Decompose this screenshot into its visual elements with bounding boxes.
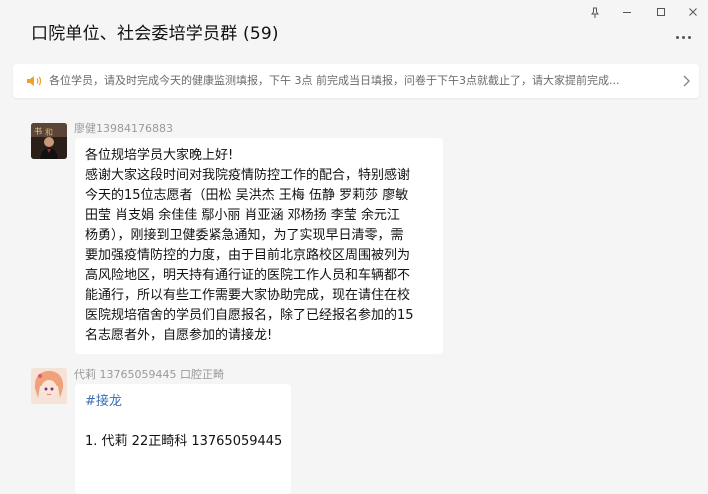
title-bar: 口院单位、社会委培学员群 (59) [0,0,708,58]
speaker-icon [27,76,42,86]
svg-text:书: 书 [34,126,42,136]
solitaire-tag[interactable]: #接龙 [85,392,281,412]
message-line: 要加强疫情防控的力度，由于目前北京路校区周围被列为 [85,248,411,263]
sender-name[interactable]: 代莉 13765059445 口腔正畸 [74,366,224,382]
message-line: 各位规培学员大家晚上好! [85,148,234,163]
avatar-photo-icon: 书 和 [31,123,67,159]
sender-name[interactable]: 廖健13984176883 [74,120,173,136]
announcement-bar[interactable]: 各位学员，请及时完成今天的健康监测填报，下午 3点 前完成当日填报，问卷于下午3… [13,64,699,98]
message-line: 田莹 肖支娟 余佳佳 鄢小丽 肖亚涵 邓杨扬 李莹 余元江 [85,208,400,223]
maximize-icon[interactable] [650,5,672,19]
message-line: 高风险地区，明天持有通行证的医院工作人员和车辆都不 [85,268,411,283]
sender-avatar[interactable] [31,368,67,404]
message-line: 感谢大家这段时间对我院疫情防控工作的配合，特别感谢 [85,168,411,183]
close-icon[interactable] [682,5,704,19]
announcement-text: 各位学员，请及时完成今天的健康监测填报，下午 3点 前完成当日填报，问卷于下午3… [49,74,620,87]
solitaire-entry: 1. 代莉 22正畸科 13765059445 [85,434,283,449]
message-bubble: #接龙 1. 代莉 22正畸科 13765059445 [75,384,291,494]
avatar-anime-icon [31,368,67,404]
message-line: 医院规培宿舍的学员们自愿报名，除了已经报名参加的15 [85,308,414,323]
minimize-icon[interactable] [616,5,638,19]
more-options-icon[interactable] [672,28,694,46]
message-line: 名志愿者外，自愿参加的请接龙! [85,328,273,343]
chat-title: 口院单位、社会委培学员群 (59) [31,24,279,44]
message-line: 今天的15位志愿者（田松 吴洪杰 王梅 伍静 罗莉莎 廖敏 [85,188,409,203]
pin-icon[interactable] [584,5,606,19]
sender-avatar[interactable]: 书 和 [31,123,67,159]
svg-text:和: 和 [45,128,53,137]
message-line: 杨勇），刚接到卫健委紧急通知，为了实现早日清零，需 [85,228,404,243]
chevron-right-icon [683,75,690,87]
message-bubble: 各位规培学员大家晚上好! 感谢大家这段时间对我院疫情防控工作的配合，特别感谢 今… [75,138,443,354]
message-line: 能通行，所以有些工作需要大家协助完成，现在请住在校 [85,288,411,303]
